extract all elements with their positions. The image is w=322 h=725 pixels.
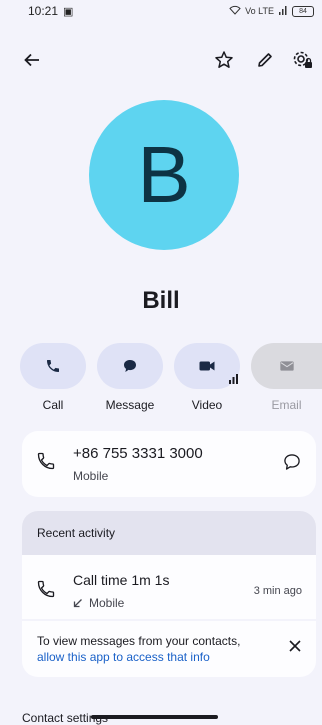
email-label: Email xyxy=(271,398,302,412)
contact-settings-button[interactable] xyxy=(289,46,317,74)
call-time-ago: 3 min ago xyxy=(253,585,302,597)
video-label: Video xyxy=(191,398,223,412)
screenshot-notification-icon: ▣ xyxy=(63,5,74,18)
phone-icon xyxy=(36,451,56,476)
status-time: 10:21 xyxy=(28,4,59,18)
email-action[interactable]: Email xyxy=(251,343,322,412)
notice-message: To view messages from your contacts, xyxy=(37,634,241,648)
phone-icon xyxy=(47,360,59,372)
recent-activity-title: Recent activity xyxy=(37,526,116,540)
edit-button[interactable] xyxy=(251,46,279,74)
home-indicator[interactable] xyxy=(91,715,218,719)
star-outline-icon xyxy=(215,51,233,68)
video-action[interactable]: Video xyxy=(174,343,240,412)
call-label: Call xyxy=(42,398,64,412)
call-type-label: Mobile xyxy=(89,596,125,610)
back-button[interactable] xyxy=(18,46,46,74)
call-type: Mobile xyxy=(73,596,124,610)
battery-level: 84 xyxy=(299,7,307,15)
wifi-icon xyxy=(229,5,241,17)
contact-name: Bill xyxy=(142,287,180,314)
message-button[interactable] xyxy=(97,343,163,389)
video-camera-icon xyxy=(199,361,215,371)
dismiss-notice-button[interactable] xyxy=(288,639,302,658)
phone-number: +86 755 3331 3000 xyxy=(73,445,203,462)
allow-access-link[interactable]: allow this app to access that info xyxy=(37,649,240,665)
outgoing-arrow-icon xyxy=(73,599,82,608)
phone-card[interactable]: +86 755 3331 3000 Mobile xyxy=(22,431,316,497)
phone-type: Mobile xyxy=(73,469,109,483)
recent-activity-header: Recent activity xyxy=(22,511,316,555)
pencil-icon xyxy=(258,53,272,67)
mail-icon xyxy=(279,361,294,371)
avatar-initial: B xyxy=(137,130,191,219)
call-button[interactable] xyxy=(20,343,86,389)
message-action[interactable]: Message xyxy=(97,343,163,412)
avatar: B xyxy=(89,100,239,250)
call-action[interactable]: Call xyxy=(20,343,86,412)
video-button[interactable] xyxy=(174,343,240,389)
email-button[interactable] xyxy=(251,343,322,389)
message-label: Message xyxy=(105,398,155,412)
status-icons: Vo LTE 84 xyxy=(229,5,314,17)
toolbar xyxy=(0,42,322,78)
gear-lock-icon xyxy=(293,51,312,68)
call-log-row[interactable]: Call time 1m 1s Mobile 3 min ago xyxy=(22,559,316,619)
phone-icon xyxy=(36,579,56,604)
notice-text: To view messages from your contacts, all… xyxy=(37,633,240,665)
favorite-button[interactable] xyxy=(210,46,238,74)
sms-button[interactable] xyxy=(282,452,302,477)
call-duration: Call time 1m 1s xyxy=(73,572,170,588)
arrow-back-icon xyxy=(24,53,39,67)
chat-bubble-icon xyxy=(124,360,136,372)
chat-outline-icon xyxy=(284,454,300,470)
messages-permission-notice: To view messages from your contacts, all… xyxy=(22,621,316,677)
signal-icon xyxy=(278,5,288,17)
close-icon xyxy=(289,640,301,652)
network-type-label: Vo LTE xyxy=(245,6,274,16)
signal-bars-icon xyxy=(229,374,238,384)
battery-icon: 84 xyxy=(292,5,314,17)
status-bar: 10:21 ▣ Vo LTE 84 xyxy=(0,0,322,22)
recent-activity-card: Recent activity Call time 1m 1s Mobile 3… xyxy=(22,511,316,677)
